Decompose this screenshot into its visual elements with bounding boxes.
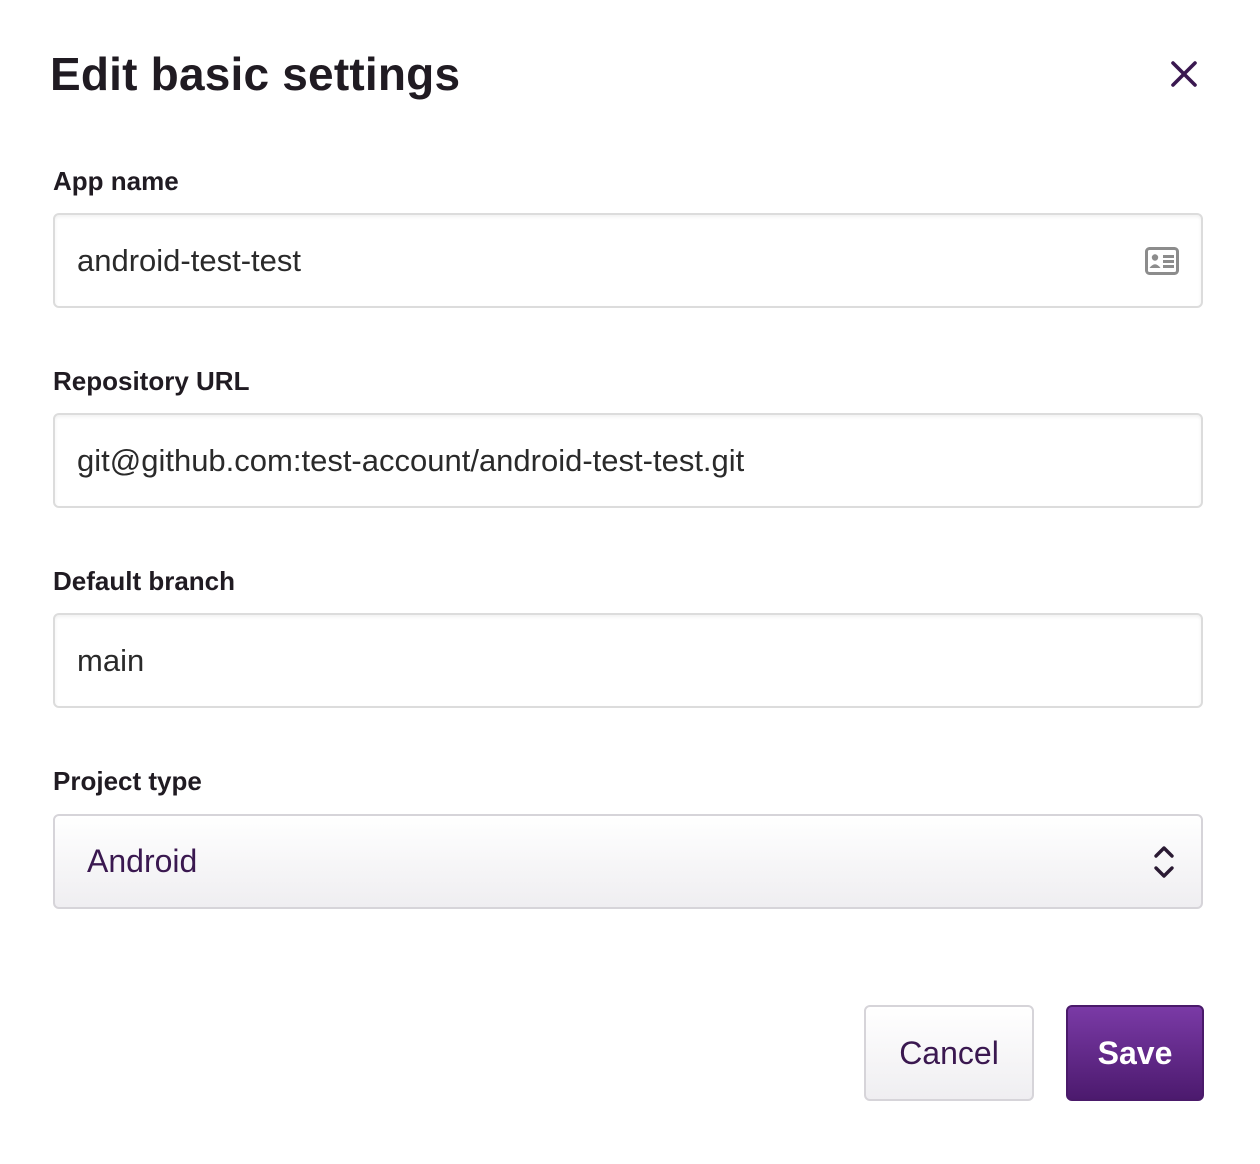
dialog-title: Edit basic settings xyxy=(50,48,461,100)
contact-card-icon[interactable] xyxy=(1145,247,1179,275)
default-branch-label: Default branch xyxy=(53,566,236,596)
edit-settings-dialog: Edit basic settings App name Repository … xyxy=(0,0,1260,1164)
default-branch-input[interactable] xyxy=(77,615,1117,706)
project-type-selected-value: Android xyxy=(87,843,198,879)
close-button[interactable] xyxy=(1162,52,1206,96)
app-name-input[interactable] xyxy=(77,215,1117,306)
repository-url-field-box xyxy=(53,413,1203,508)
default-branch-field-box xyxy=(53,613,1203,708)
project-type-label: Project type xyxy=(53,766,202,796)
repository-url-input[interactable] xyxy=(77,415,1117,506)
app-name-field-box xyxy=(53,213,1203,308)
chevron-up-down-icon xyxy=(1154,846,1174,878)
project-type-select[interactable]: Android xyxy=(53,814,1203,909)
cancel-button[interactable]: Cancel xyxy=(864,1005,1034,1101)
repository-url-label: Repository URL xyxy=(53,366,250,396)
close-icon xyxy=(1171,61,1197,87)
app-name-label: App name xyxy=(53,166,179,196)
save-button[interactable]: Save xyxy=(1066,1005,1204,1101)
